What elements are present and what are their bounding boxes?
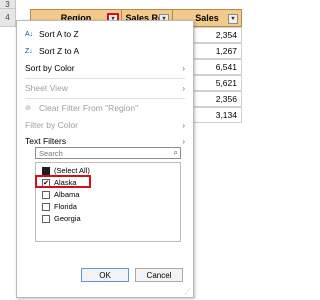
filter-values-list[interactable]: (Select All) ✔ Alaska Albama Florida Geo… — [35, 162, 181, 242]
florida-checkbox[interactable] — [42, 202, 50, 211]
ok-button[interactable]: OK — [81, 268, 129, 282]
sales-value: 2,354 — [215, 30, 237, 40]
sheet-view-item[interactable]: Sheet View › — [25, 81, 185, 95]
filter-by-color-item[interactable]: Filter by Color › — [25, 118, 185, 132]
list-item-label: Georgia — [54, 214, 81, 223]
alaska-highlight-box — [35, 175, 91, 188]
search-icon: ⌕ — [173, 148, 178, 157]
sheet-view-label: Sheet View — [25, 83, 68, 93]
sort-ascending-icon: A↓ — [25, 30, 34, 38]
filter-search-input[interactable]: Search ⌕ — [35, 147, 181, 159]
sales-value: 6,541 — [215, 62, 237, 72]
sales-value: 3,134 — [215, 110, 237, 120]
select-all-checkbox[interactable] — [42, 166, 50, 175]
menu-separator — [25, 78, 185, 79]
sort-a-to-z-label: Sort A to Z — [39, 29, 79, 39]
resize-grip-icon[interactable]: ⋰ — [185, 288, 191, 295]
cancel-button[interactable]: Cancel — [135, 268, 183, 282]
cancel-button-label: Cancel — [146, 270, 172, 280]
sort-z-to-a-label: Sort Z to A — [39, 46, 80, 56]
search-placeholder: Search — [39, 148, 63, 158]
list-item-label: (Select All) — [54, 166, 90, 175]
list-item-georgia[interactable]: Georgia — [42, 213, 81, 224]
albama-checkbox[interactable] — [42, 190, 50, 199]
text-filters-item[interactable]: Text Filters › — [25, 134, 185, 148]
sort-by-color-item[interactable]: Sort by Color › — [25, 61, 185, 75]
submenu-arrow-icon: › — [182, 136, 185, 146]
ok-button-label: OK — [99, 270, 111, 280]
sort-z-to-a-item[interactable]: Z↓ Sort Z to A — [25, 44, 185, 58]
row-number-3[interactable]: 3 — [0, 0, 16, 9]
submenu-arrow-icon: › — [182, 63, 185, 73]
sales-value: 5,621 — [215, 78, 237, 88]
submenu-arrow-icon: › — [182, 120, 185, 130]
filter-by-color-label: Filter by Color — [25, 120, 78, 130]
sales-filter-dropdown-icon[interactable]: ▾ — [228, 14, 238, 24]
list-item-label: Albama — [54, 190, 80, 199]
worksheet-grid: Region ▾ Sales Rep ▾ Sales ▾ $ 2,354 $ 1… — [16, 0, 290, 300]
sort-descending-icon: Z↓ — [25, 47, 33, 55]
submenu-arrow-icon: › — [182, 83, 185, 93]
list-item-florida[interactable]: Florida — [42, 201, 77, 212]
sales-value: 1,267 — [215, 46, 237, 56]
row-number-4[interactable]: 4 — [0, 9, 16, 27]
autofilter-menu: A↓ Sort A to Z Z↓ Sort Z to A Sort by Co… — [16, 20, 194, 298]
clear-filter-label: Clear Filter From "Region" — [39, 103, 139, 113]
sales-value: 2,356 — [215, 94, 237, 104]
georgia-checkbox[interactable] — [42, 214, 50, 223]
sort-a-to-z-item[interactable]: A↓ Sort A to Z — [25, 27, 185, 41]
clear-filter-icon: ⊘ — [25, 105, 31, 112]
text-filters-label: Text Filters — [25, 136, 67, 146]
list-item-albama[interactable]: Albama — [42, 189, 79, 200]
sort-by-color-label: Sort by Color — [25, 63, 75, 73]
menu-separator — [25, 98, 185, 99]
header-sales-label: Sales — [195, 13, 219, 23]
clear-filter-item[interactable]: ⊘ Clear Filter From "Region" — [25, 101, 185, 115]
list-item-label: Florida — [54, 202, 77, 211]
